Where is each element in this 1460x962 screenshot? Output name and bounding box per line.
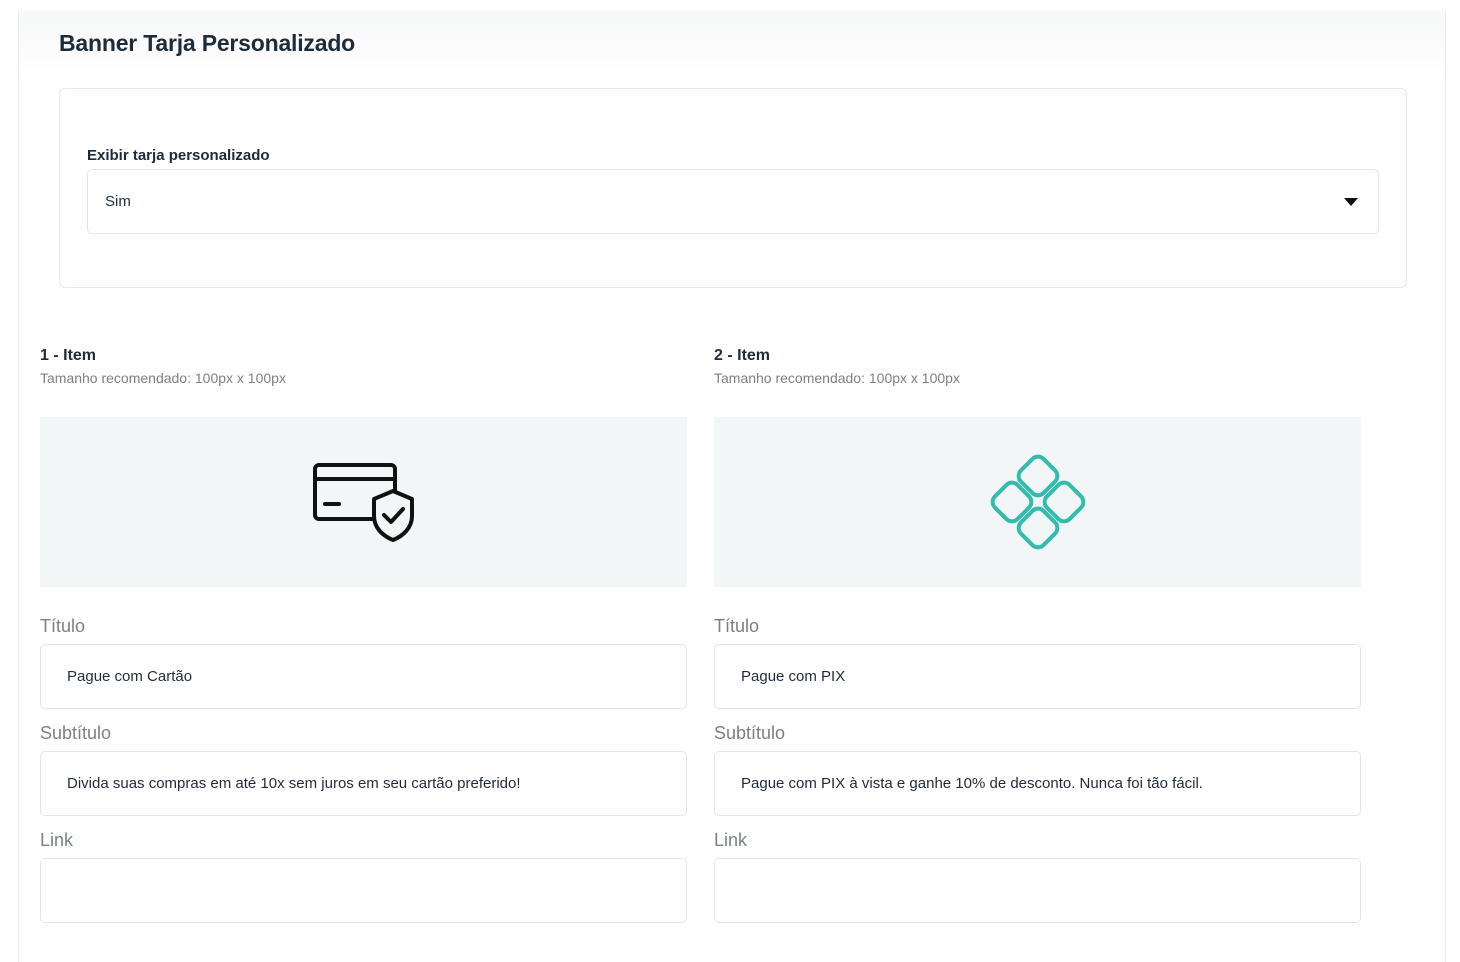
display-toggle-value: Sim	[105, 193, 131, 210]
link-input[interactable]	[40, 858, 687, 923]
title-label: Título	[40, 616, 86, 636]
item-size-hint: Tamanho recomendado: 100px x 100px	[40, 370, 286, 386]
item-heading: 2 - Item	[714, 347, 771, 364]
subtitle-input[interactable]: Divida suas compras em até 10x sem juros…	[40, 751, 687, 816]
title-input-value: Pague com Cartão	[67, 668, 193, 685]
title-input[interactable]: Pague com PIX	[714, 644, 1361, 709]
item-image-upload[interactable]	[714, 417, 1361, 587]
title-label: Título	[714, 616, 760, 636]
display-toggle-label: Exibir tarja personalizado	[87, 147, 270, 164]
item-size-hint: Tamanho recomendado: 100px x 100px	[714, 370, 960, 386]
subtitle-input-value: Pague com PIX à vista e ganhe 10% de des…	[741, 775, 1203, 792]
chevron-down-icon	[1344, 198, 1358, 206]
display-toggle-select[interactable]: Sim	[87, 169, 1379, 234]
subtitle-label: Subtítulo	[714, 723, 786, 743]
pix-logo-icon	[990, 454, 1085, 550]
page-title: Banner Tarja Personalizado	[59, 30, 356, 56]
item-column-2: 2 - Item Tamanho recomendado: 100px x 10…	[714, 346, 1362, 923]
link-input[interactable]	[714, 858, 1361, 923]
item-heading: 1 - Item	[40, 347, 97, 364]
subtitle-input[interactable]: Pague com PIX à vista e ganhe 10% de des…	[714, 751, 1361, 816]
link-label: Link	[714, 830, 748, 850]
subtitle-label: Subtítulo	[40, 723, 112, 743]
item-column-1: 1 - Item Tamanho recomendado: 100px x 10…	[40, 346, 688, 923]
credit-card-shield-icon	[312, 463, 414, 542]
display-settings-card: Exibir tarja personalizado Sim	[59, 88, 1407, 288]
subtitle-input-value: Divida suas compras em até 10x sem juros…	[67, 775, 521, 792]
link-label: Link	[40, 830, 74, 850]
title-input[interactable]: Pague com Cartão	[40, 644, 687, 709]
item-image-upload[interactable]	[40, 417, 687, 587]
title-input-value: Pague com PIX	[741, 668, 846, 685]
